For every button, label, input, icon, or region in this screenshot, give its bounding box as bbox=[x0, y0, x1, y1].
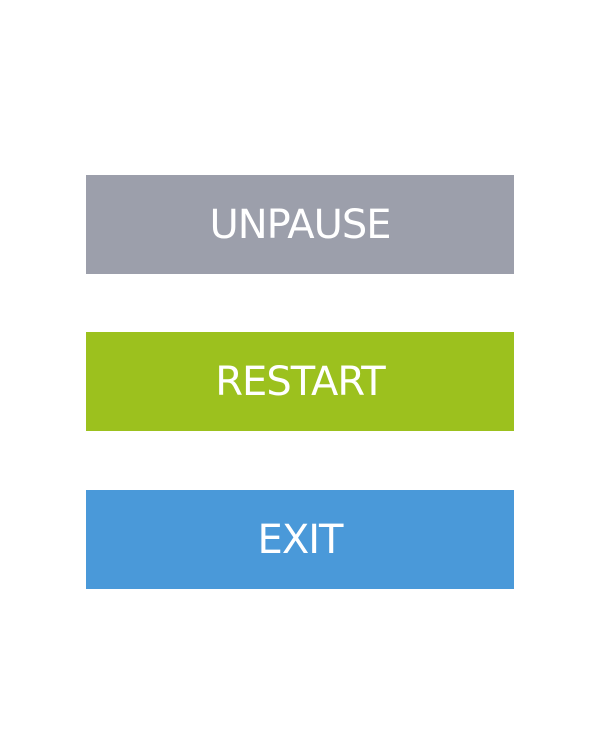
restart-button[interactable]: RESTART bbox=[86, 332, 514, 431]
pause-menu: UNPAUSE RESTART EXIT bbox=[0, 0, 600, 750]
restart-button-label: RESTART bbox=[215, 358, 385, 405]
unpause-button[interactable]: UNPAUSE bbox=[86, 175, 514, 274]
unpause-button-label: UNPAUSE bbox=[209, 201, 391, 248]
exit-button[interactable]: EXIT bbox=[86, 490, 514, 589]
exit-button-label: EXIT bbox=[257, 516, 344, 563]
